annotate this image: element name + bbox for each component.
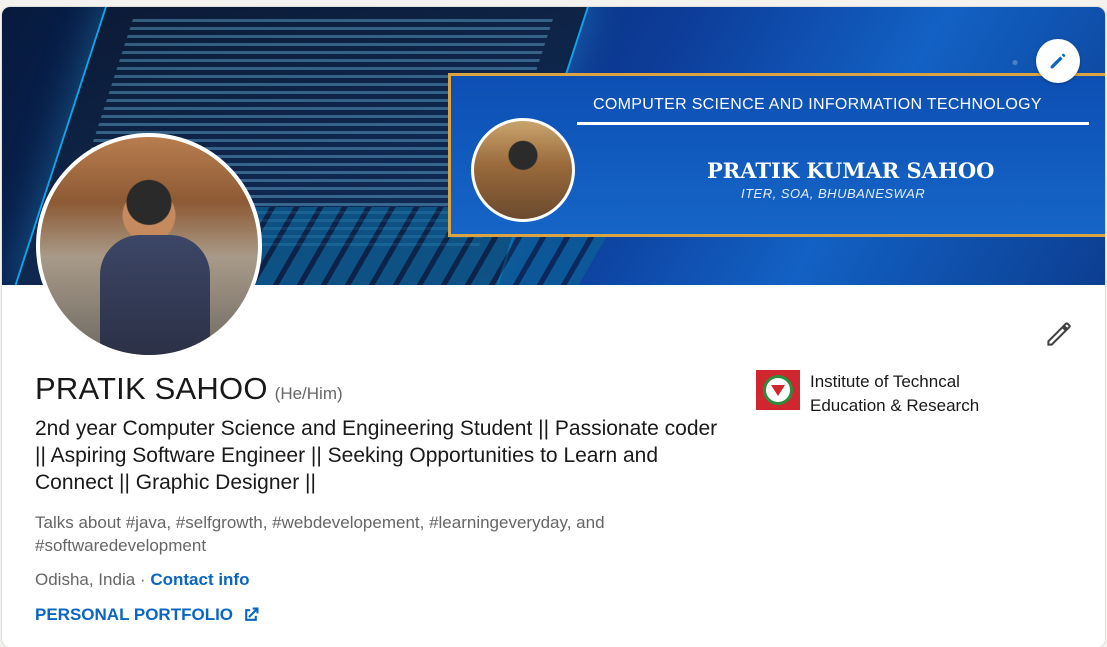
banner-title: COMPUTER SCIENCE AND INFORMATION TECHNOL… xyxy=(593,96,1042,113)
profile-pronouns: (He/Him) xyxy=(274,384,343,403)
banner-name: PRATIK KUMAR SAHOO xyxy=(707,158,995,183)
profile-name: PRATIK SAHOO xyxy=(35,371,268,406)
name-row: PRATIK SAHOO (He/Him) xyxy=(35,371,343,407)
education-item[interactable]: Institute of Techncal Education & Resear… xyxy=(756,370,1010,418)
profile-avatar[interactable] xyxy=(36,133,262,359)
edit-banner-button[interactable] xyxy=(1036,39,1080,83)
school-logo xyxy=(756,370,800,410)
school-name: Institute of Techncal Education & Resear… xyxy=(810,372,980,415)
profile-card: COMPUTER SCIENCE AND INFORMATION TECHNOL… xyxy=(2,7,1105,647)
portfolio-link[interactable]: PERSONAL PORTFOLIO xyxy=(35,605,261,625)
portfolio-label: PERSONAL PORTFOLIO xyxy=(35,605,234,624)
location-separator: · xyxy=(139,570,146,589)
edit-intro-button[interactable] xyxy=(1042,317,1076,351)
banner-subtitle: ITER, SOA, BHUBANESWAR xyxy=(741,186,926,201)
contact-info-link[interactable]: Contact info xyxy=(150,570,249,589)
profile-location: Odisha, India xyxy=(35,570,136,589)
location-row: Odisha, India · Contact info xyxy=(35,570,249,590)
talks-about: Talks about #java, #selfgrowth, #webdeve… xyxy=(35,513,605,555)
banner-panel: COMPUTER SCIENCE AND INFORMATION TECHNOL… xyxy=(448,73,1105,237)
pencil-icon xyxy=(1050,53,1066,69)
banner-photo xyxy=(471,118,575,222)
pencil-icon xyxy=(1047,322,1071,346)
profile-headline: 2nd year Computer Science and Engineerin… xyxy=(35,417,718,494)
external-link-icon xyxy=(245,607,259,621)
banner-underline xyxy=(577,122,1089,125)
